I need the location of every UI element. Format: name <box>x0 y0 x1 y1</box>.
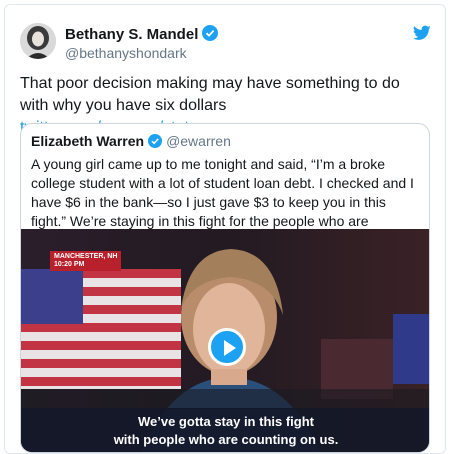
author-name-text: Bethany S. Mandel <box>65 26 199 43</box>
quoted-author-handle[interactable]: @ewarren <box>166 133 231 149</box>
caption-line-2: with people who are counting on us. <box>113 432 339 447</box>
twitter-bird-icon[interactable] <box>413 25 431 41</box>
author-handle[interactable]: @bethanyshondark <box>65 45 187 61</box>
location-badge: MANCHESTER, NH 10:20 PM <box>50 251 122 271</box>
tweet-card: Bethany S. Mandel @bethanyshondark That … <box>4 4 446 454</box>
verified-badge-icon <box>202 25 219 41</box>
play-icon[interactable] <box>208 328 246 366</box>
quoted-author-name-text: Elizabeth Warren <box>31 133 145 149</box>
quoted-tweet[interactable]: Elizabeth Warren @ewarren A young girl ca… <box>20 123 430 453</box>
quoted-author-name[interactable]: Elizabeth Warren @ewarren <box>31 133 231 149</box>
video-player[interactable]: MANCHESTER, NH 10:20 PM We’ve gotta stay… <box>21 229 429 452</box>
video-caption: We’ve gotta stay in this fight with peop… <box>21 408 429 452</box>
caption-line-1: We’ve gotta stay in this fight <box>137 414 314 429</box>
us-flag-image <box>21 269 181 389</box>
location-text: MANCHESTER, NH <box>54 253 118 260</box>
time-text: 10:20 PM <box>54 261 85 268</box>
tweet-body: That poor decision making may have somet… <box>20 75 400 114</box>
avatar[interactable] <box>20 23 56 59</box>
verified-badge-icon <box>148 134 163 148</box>
author-name[interactable]: Bethany S. Mandel <box>65 25 219 43</box>
